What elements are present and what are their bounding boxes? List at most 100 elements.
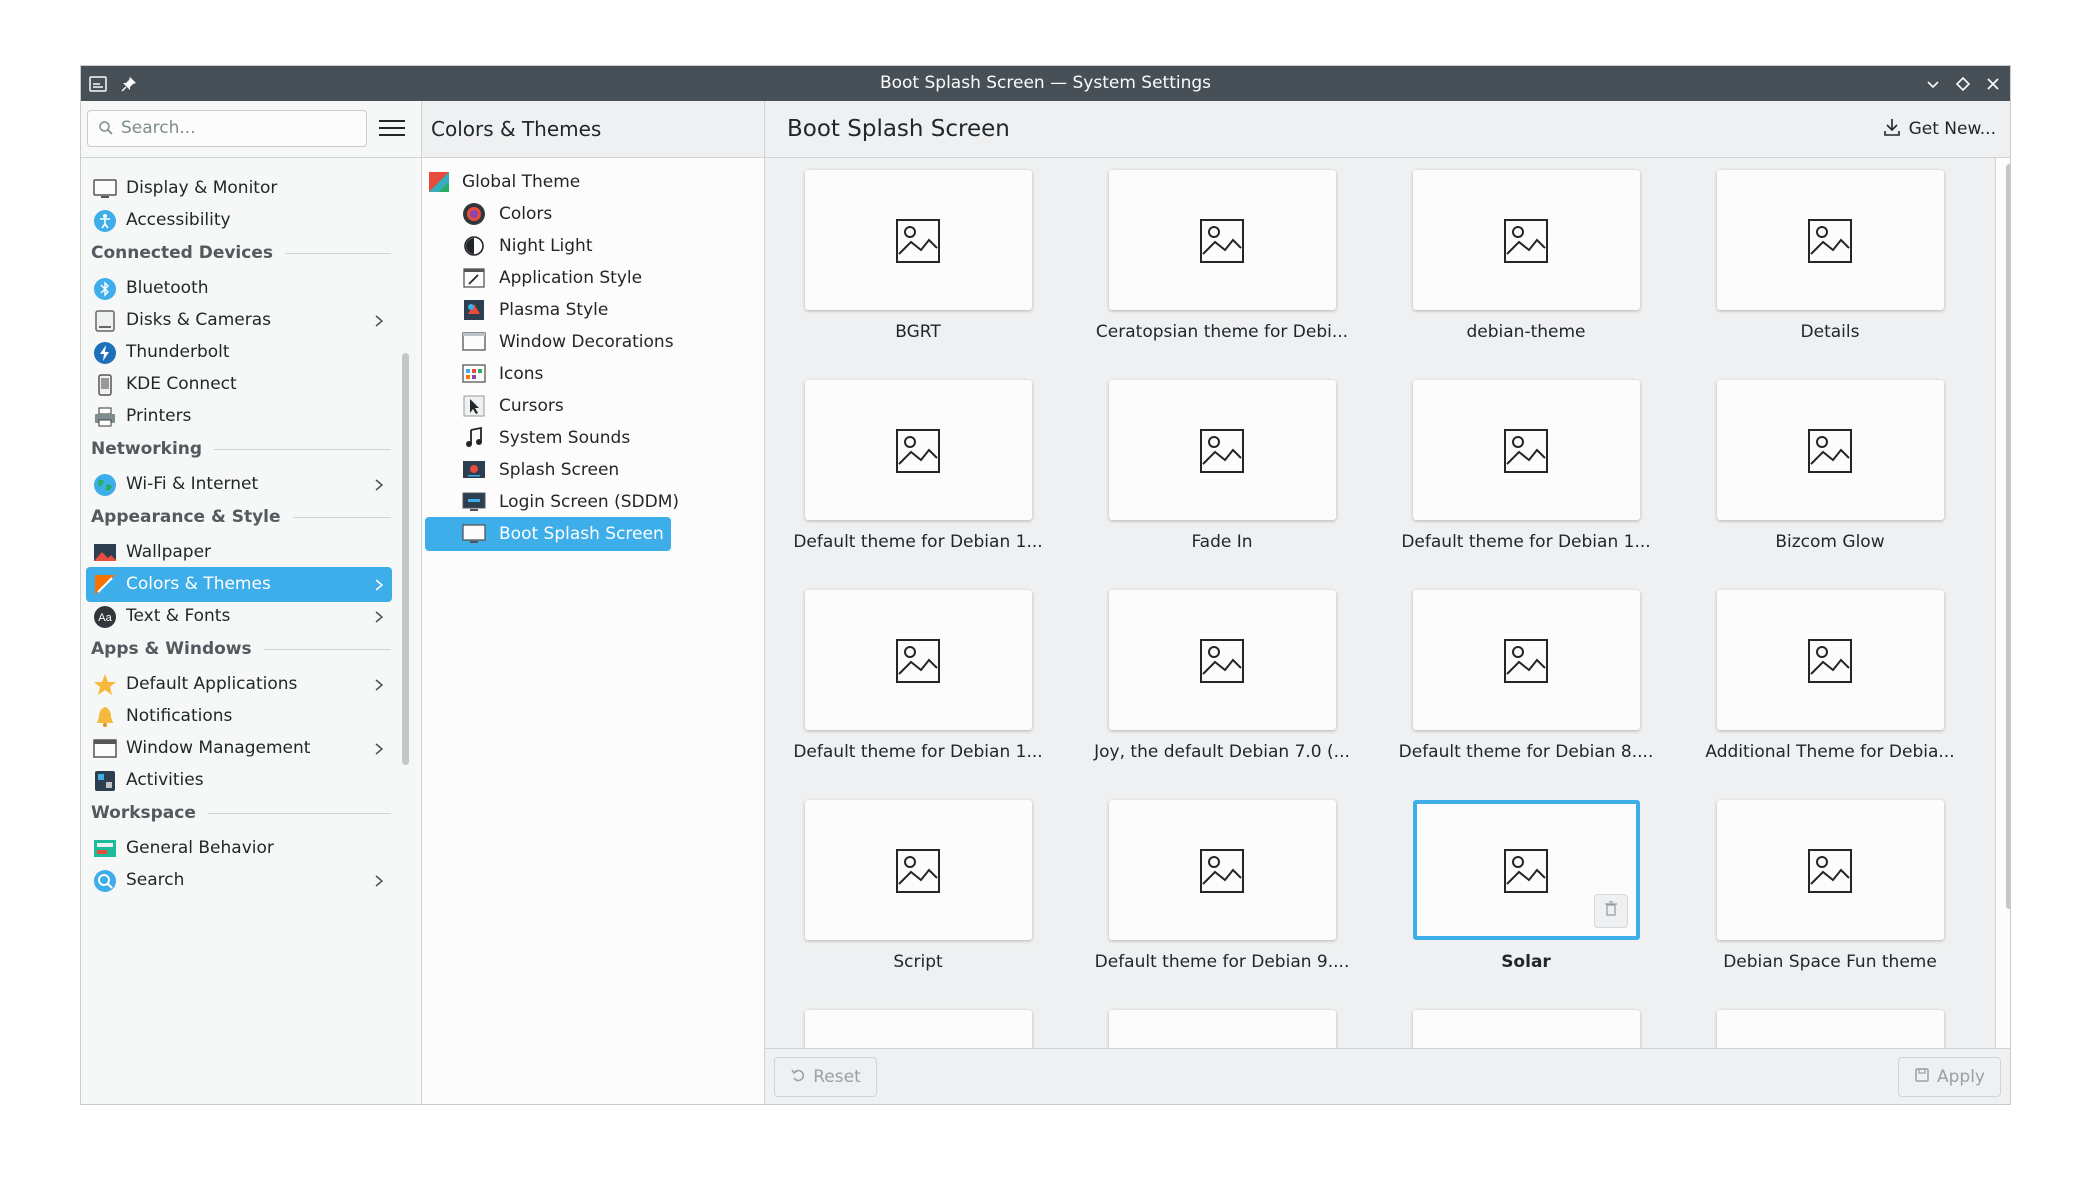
sidebar-item-printers[interactable]: Printers [86, 399, 392, 434]
sidebar-item-display-monitor[interactable]: Display & Monitor [86, 171, 392, 206]
section-header: Workspace [91, 798, 391, 828]
subcategory-item-icons[interactable]: Icons [425, 357, 671, 391]
subcategory-item-night-light[interactable]: Night Light [425, 229, 671, 263]
theme-preview-card[interactable] [1717, 170, 1944, 310]
footer-bar: Reset Apply [765, 1048, 2010, 1104]
get-new-button[interactable]: Get New... [1883, 113, 1996, 145]
theme-preview-card[interactable] [1109, 590, 1336, 730]
subcategory-title: Colors & Themes [431, 117, 602, 141]
theme-preview-card[interactable] [1109, 1010, 1336, 1048]
chevron-right-icon [374, 731, 384, 766]
theme-preview-card[interactable] [1413, 1010, 1640, 1048]
printer-icon [93, 405, 117, 429]
subcategory-item-plasma-style[interactable]: Plasma Style [425, 293, 671, 327]
image-placeholder-icon [1807, 638, 1853, 688]
sidebar-item-text-fonts[interactable]: Aa Text & Fonts [86, 599, 392, 634]
save-icon [1914, 1067, 1930, 1088]
theme-preview-card[interactable] [1413, 170, 1640, 310]
sidebar-item-label: General Behavior [126, 838, 274, 858]
theme-preview-card[interactable] [1717, 590, 1944, 730]
theme-preview-card[interactable] [805, 170, 1032, 310]
subcategory-header: Colors & Themes [422, 101, 764, 158]
theme-preview-card[interactable] [1717, 800, 1944, 940]
delete-theme-button[interactable] [1594, 894, 1628, 928]
colors-icon [462, 202, 486, 226]
subcategory-item-window-decorations[interactable]: Window Decorations [425, 325, 674, 359]
hamburger-menu-icon[interactable] [379, 113, 405, 143]
theme-preview-card[interactable] [1413, 800, 1640, 940]
image-placeholder-icon [1199, 638, 1245, 688]
sidebar-item-thunderbolt[interactable]: Thunderbolt [86, 335, 392, 370]
sidebar-item-label: Wi-Fi & Internet [126, 474, 259, 494]
search-input[interactable]: Search... [87, 110, 367, 147]
subcategory-panel: Colors & Themes Global Theme Colors Night … [422, 101, 765, 1104]
image-placeholder-icon [895, 848, 941, 898]
theme-preview-card[interactable] [1109, 380, 1336, 520]
subcategory-item-boot-splash-screen[interactable]: Boot Splash Screen [425, 517, 671, 551]
theme-preview-card[interactable] [1717, 1010, 1944, 1048]
content-scrollbar[interactable] [2006, 164, 2010, 909]
theme-preview-card[interactable] [1109, 800, 1336, 940]
cursor-icon [462, 394, 486, 418]
close-icon[interactable] [1978, 66, 2008, 101]
subcategory-item-cursors[interactable]: Cursors [425, 389, 671, 423]
disk-icon [93, 309, 117, 333]
subcategory-item-application-style[interactable]: Application Style [425, 261, 671, 295]
subcategory-item-global-theme[interactable]: Global Theme [425, 165, 671, 199]
sidebar-item-label: Window Management [126, 738, 311, 758]
sidebar-item-label: Default Applications [126, 674, 298, 694]
theme-preview-card[interactable] [1109, 170, 1336, 310]
sidebar-item-accessibility[interactable]: Accessibility [86, 203, 392, 238]
sidebar-item-label: Colors & Themes [126, 574, 271, 594]
theme-name-label: Default theme for Debian 1... [1401, 532, 1651, 552]
sidebar-item-bluetooth[interactable]: Bluetooth [86, 271, 392, 306]
subcategory-item-splash-screen[interactable]: Splash Screen [425, 453, 671, 487]
sidebar-item-wi-fi-internet[interactable]: Wi-Fi & Internet [86, 467, 392, 502]
sidebar-item-wallpaper[interactable]: Wallpaper [86, 535, 392, 570]
image-placeholder-icon [895, 638, 941, 688]
theme-preview-card[interactable] [1413, 380, 1640, 520]
phone-icon [93, 373, 117, 397]
theme-preview-card[interactable] [805, 1010, 1032, 1048]
sidebar-item-label: Display & Monitor [126, 178, 278, 198]
section-header: Connected Devices [91, 238, 391, 268]
sidebar-item-label: KDE Connect [126, 374, 237, 394]
theme-name-label: Fade In [1191, 532, 1253, 552]
theme-preview-card[interactable] [1413, 590, 1640, 730]
sidebar-item-search[interactable]: Search [86, 863, 392, 898]
search-placeholder: Search... [121, 118, 196, 138]
subcategory-item-system-sounds[interactable]: System Sounds [425, 421, 671, 455]
sidebar-item-colors-themes[interactable]: Colors & Themes [86, 567, 392, 602]
reset-button[interactable]: Reset [774, 1057, 877, 1097]
theme-name-label: Script [893, 952, 943, 972]
subcategory-item-colors[interactable]: Colors [425, 197, 671, 231]
minimize-icon[interactable] [1918, 66, 1948, 101]
sidebar-item-notifications[interactable]: Notifications [86, 699, 392, 734]
subcategory-item-login-screen-sddm[interactable]: Login Screen (SDDM) [425, 485, 679, 519]
sidebar-item-default-applications[interactable]: Default Applications [86, 667, 392, 702]
theme-preview-card[interactable] [805, 380, 1032, 520]
theme-grid: BGRT Ceratopsian theme for Debi... debian-… [765, 158, 1996, 1048]
theme-name-label: Joy, the default Debian 7.0 (... [1094, 742, 1350, 762]
apply-button[interactable]: Apply [1898, 1057, 2001, 1097]
apply-label: Apply [1937, 1067, 1985, 1087]
sidebar-item-general-behavior[interactable]: General Behavior [86, 831, 392, 866]
sidebar-item-window-management[interactable]: Window Management [86, 731, 392, 766]
chevron-right-icon [374, 667, 384, 702]
theme-name-label: Ceratopsian theme for Debi... [1095, 322, 1349, 342]
sidebar-scrollbar[interactable] [402, 353, 409, 765]
plasma-style-icon [462, 298, 486, 322]
content-header: Boot Splash Screen Get New... [765, 101, 2010, 158]
boot-splash-icon [462, 522, 486, 546]
maximize-icon[interactable] [1948, 66, 1978, 101]
behavior-icon [93, 837, 117, 861]
sidebar-item-kde-connect[interactable]: KDE Connect [86, 367, 392, 402]
application-style-icon [462, 266, 486, 290]
star-icon [93, 673, 117, 697]
section-header-label: Apps & Windows [91, 634, 264, 664]
sidebar-item-disks-cameras[interactable]: Disks & Cameras [86, 303, 392, 338]
theme-preview-card[interactable] [805, 590, 1032, 730]
theme-preview-card[interactable] [805, 800, 1032, 940]
sidebar-item-activities[interactable]: Activities [86, 763, 392, 798]
theme-preview-card[interactable] [1717, 380, 1944, 520]
